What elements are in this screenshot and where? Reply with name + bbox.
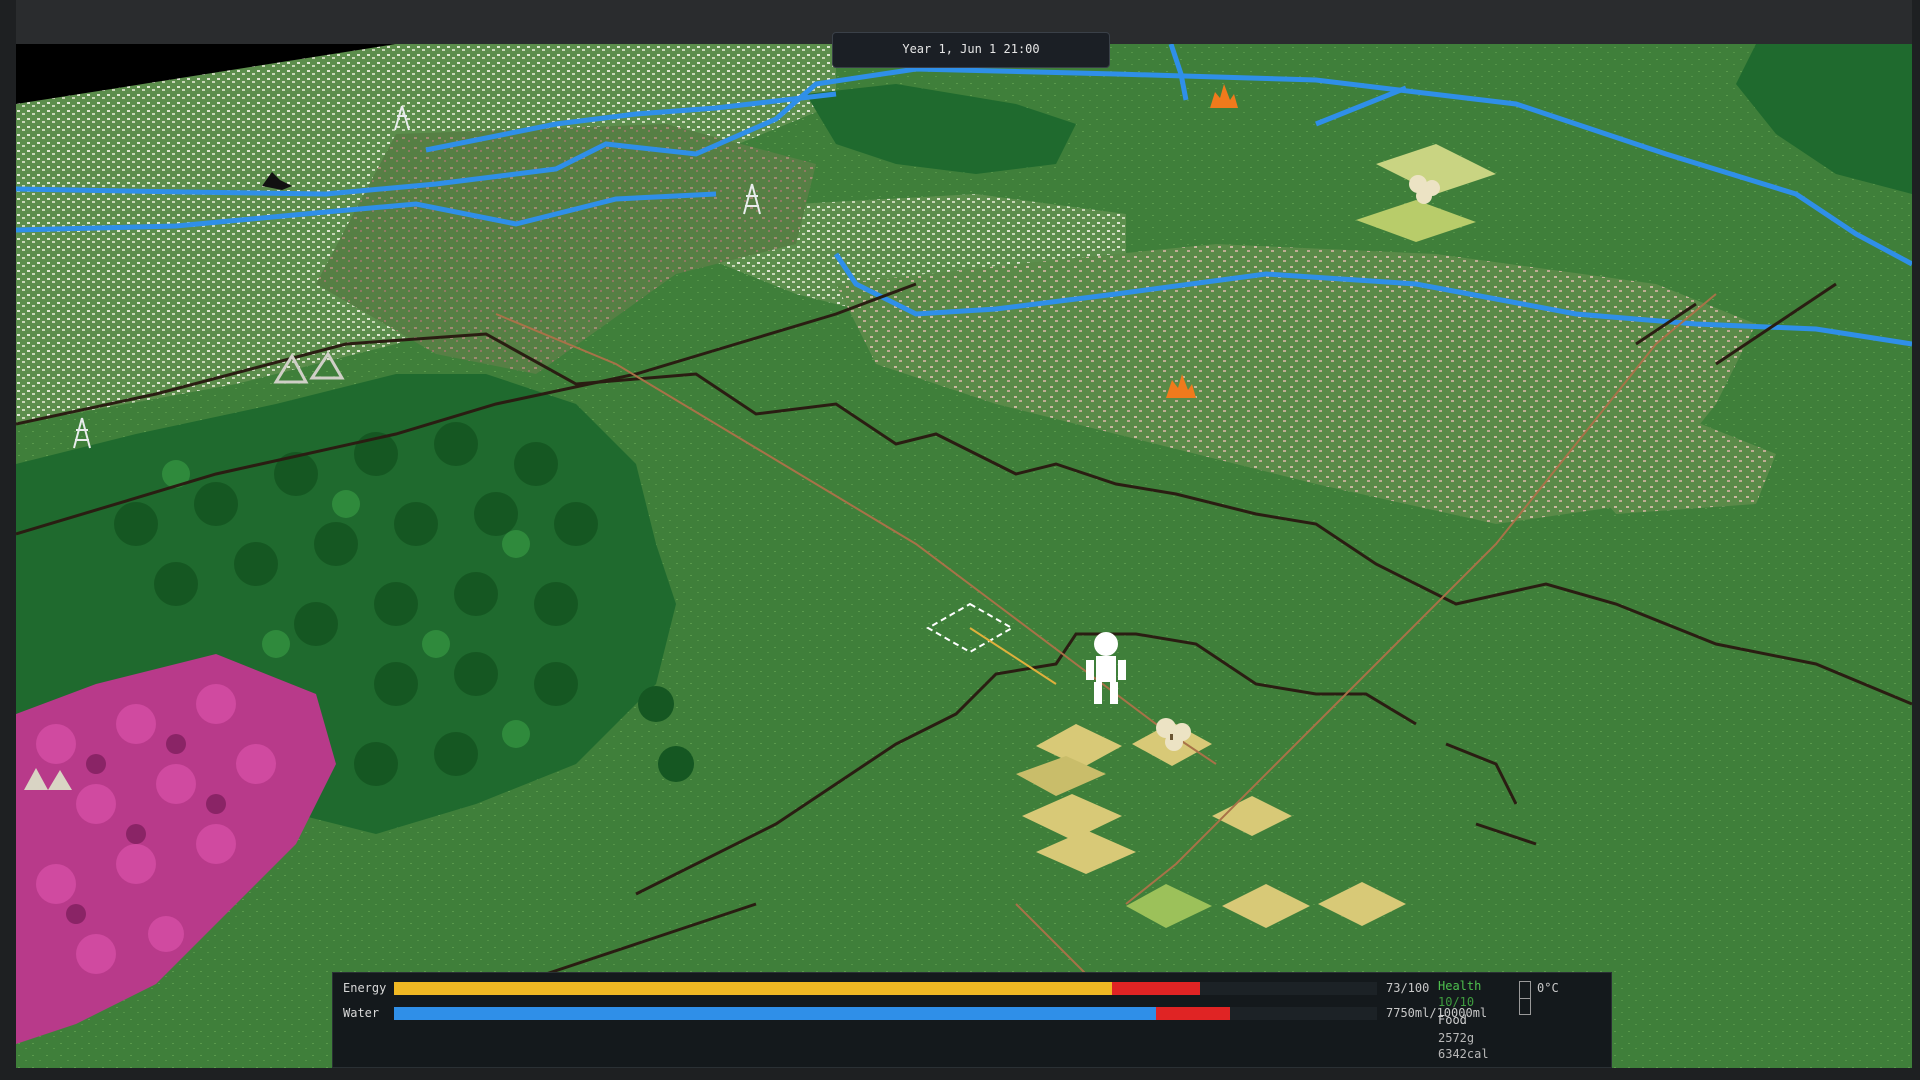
player-stats-panel: Energy 73/100 Water 7750ml/10000ml Healt… <box>332 972 1612 1068</box>
energy-bar-loss <box>1112 982 1200 995</box>
food-label: Food <box>1438 1013 1467 1027</box>
food-grams: 2572g <box>1438 1031 1475 1045</box>
left-edge <box>0 0 16 1080</box>
game-world-viewport[interactable] <box>16 44 1912 1068</box>
bottom-edge <box>0 1068 1920 1080</box>
energy-value: 73/100 <box>1386 981 1430 995</box>
food-calories: 6342cal <box>1438 1047 1489 1061</box>
terrain-map[interactable] <box>16 44 1912 1068</box>
temperature-value: 0°C <box>1537 981 1559 995</box>
energy-bar <box>394 982 1377 995</box>
health-label: Health <box>1438 979 1482 993</box>
water-label: Water <box>343 1006 380 1020</box>
water-bar-fill <box>394 1007 1156 1020</box>
energy-bar-fill <box>394 982 1112 995</box>
game-clock: Year 1, Jun 1 21:00 <box>832 32 1110 68</box>
energy-label: Energy <box>343 981 387 995</box>
right-edge <box>1912 0 1920 1080</box>
water-bar-loss <box>1156 1007 1230 1020</box>
water-bar <box>394 1007 1377 1020</box>
game-clock-text: Year 1, Jun 1 21:00 <box>902 42 1040 56</box>
health-value: 10/10 <box>1438 995 1475 1009</box>
thermometer-icon <box>1519 981 1531 1015</box>
